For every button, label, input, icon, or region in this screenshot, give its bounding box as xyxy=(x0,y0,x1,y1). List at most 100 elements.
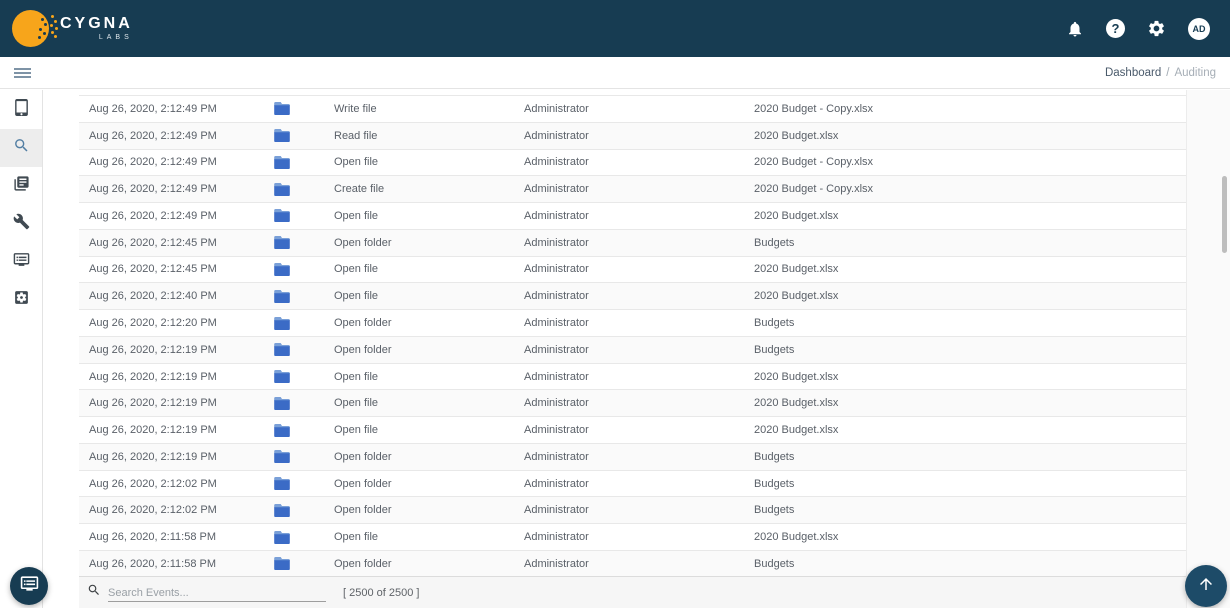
event-timestamp: Aug 26, 2020, 2:11:58 PM xyxy=(89,557,216,570)
table-row[interactable]: Aug 26, 2020, 2:12:49 PM Open file Admin… xyxy=(79,203,1186,230)
event-action: Open file xyxy=(334,156,379,169)
gear-box-icon xyxy=(13,289,30,311)
event-action: Open file xyxy=(334,263,379,276)
main-content: Aug 26, 2020, 2:12:49 PM Write file Admi… xyxy=(43,90,1230,608)
breadcrumb-separator: / xyxy=(1166,66,1170,79)
event-timestamp: Aug 26, 2020, 2:12:19 PM xyxy=(89,343,217,356)
event-target: 2020 Budget.xlsx xyxy=(754,263,839,276)
table-row[interactable]: Aug 26, 2020, 2:12:49 PM Open file Admin… xyxy=(79,150,1186,177)
library-icon xyxy=(13,175,30,197)
event-timestamp: Aug 26, 2020, 2:12:45 PM xyxy=(89,263,217,276)
event-user: Administrator xyxy=(524,317,589,329)
table-row[interactable]: Aug 26, 2020, 2:12:19 PM Open file Admin… xyxy=(79,390,1186,418)
event-user: Administrator xyxy=(524,477,589,490)
settings-gear-icon[interactable] xyxy=(1147,19,1166,38)
folder-icon xyxy=(274,262,334,276)
event-timestamp: Aug 26, 2020, 2:12:49 PM xyxy=(89,129,217,142)
event-action: Open file xyxy=(334,424,379,437)
sidebar-item-tools[interactable] xyxy=(0,205,42,243)
help-glyph: ? xyxy=(1106,19,1125,38)
table-row[interactable]: Aug 26, 2020, 2:12:49 PM Write file Admi… xyxy=(79,96,1186,123)
table-row[interactable]: Aug 26, 2020, 2:12:02 PM Open folder Adm… xyxy=(79,471,1186,498)
event-target: Budgets xyxy=(754,450,795,463)
table-row[interactable]: Aug 26, 2020, 2:12:49 PM Create file Adm… xyxy=(79,176,1186,204)
event-user: Administrator xyxy=(524,450,589,463)
hamburger-menu-icon[interactable] xyxy=(14,66,31,80)
event-table: Aug 26, 2020, 2:12:49 PM Write file Admi… xyxy=(79,95,1186,578)
event-user: Administrator xyxy=(524,370,589,383)
vertical-scrollbar[interactable] xyxy=(1222,176,1227,253)
event-user: Administrator xyxy=(524,343,589,356)
app-header: CYGNA LABS ? AD xyxy=(0,0,1230,57)
folder-icon xyxy=(274,477,334,491)
folder-icon xyxy=(274,236,334,250)
event-user: Administrator xyxy=(524,531,589,544)
tablet-icon xyxy=(13,99,30,121)
event-target: Budgets xyxy=(754,317,795,329)
event-timestamp: Aug 26, 2020, 2:12:19 PM xyxy=(89,424,217,437)
folder-icon xyxy=(274,129,334,143)
event-timestamp: Aug 26, 2020, 2:12:45 PM xyxy=(89,236,217,249)
search-icon xyxy=(13,137,30,159)
table-row[interactable]: Aug 26, 2020, 2:12:20 PM Open folder Adm… xyxy=(79,310,1186,337)
event-target: 2020 Budget - Copy.xlsx xyxy=(754,156,874,169)
event-timestamp: Aug 26, 2020, 2:12:49 PM xyxy=(89,183,217,196)
event-timestamp: Aug 26, 2020, 2:12:19 PM xyxy=(89,370,217,383)
sidebar-item-console[interactable] xyxy=(0,243,42,281)
table-row[interactable]: Aug 26, 2020, 2:12:02 PM Open folder Adm… xyxy=(79,497,1186,525)
event-user: Administrator xyxy=(524,424,589,437)
folder-icon xyxy=(274,370,334,384)
table-row[interactable]: Aug 26, 2020, 2:12:19 PM Open folder Adm… xyxy=(79,443,1186,471)
scrollbar-track xyxy=(1186,90,1230,608)
search-events-input[interactable] xyxy=(108,583,326,602)
event-action: Create file xyxy=(334,183,385,196)
event-timestamp: Aug 26, 2020, 2:12:40 PM xyxy=(89,290,217,303)
console-chat-icon xyxy=(20,574,39,598)
event-user: Administrator xyxy=(524,183,589,196)
event-user: Administrator xyxy=(524,397,589,410)
folder-icon xyxy=(274,182,334,196)
event-action: Open folder xyxy=(334,450,392,463)
scroll-to-top-button[interactable] xyxy=(1185,565,1227,607)
event-action: Open file xyxy=(334,531,379,544)
support-widget-button[interactable] xyxy=(10,567,48,605)
folder-icon xyxy=(274,450,334,464)
event-target: 2020 Budget.xlsx xyxy=(754,209,839,222)
result-count: [ 2500 of 2500 ] xyxy=(343,586,420,599)
table-row[interactable]: Aug 26, 2020, 2:11:58 PM Open file Admin… xyxy=(79,524,1186,552)
sidebar-item-app-settings[interactable] xyxy=(0,281,42,319)
table-row[interactable]: Aug 26, 2020, 2:12:19 PM Open folder Adm… xyxy=(79,336,1186,364)
event-user: Administrator xyxy=(524,504,589,517)
table-row[interactable]: Aug 26, 2020, 2:12:45 PM Open file Admin… xyxy=(79,257,1186,284)
event-target: Budgets xyxy=(754,477,795,490)
event-timestamp: Aug 26, 2020, 2:12:02 PM xyxy=(89,504,217,517)
table-row[interactable]: Aug 26, 2020, 2:12:45 PM Open folder Adm… xyxy=(79,229,1186,257)
sidebar-item-devices[interactable] xyxy=(0,91,42,129)
event-action: Read file xyxy=(334,129,378,142)
folder-icon xyxy=(274,423,334,437)
table-row[interactable]: Aug 26, 2020, 2:11:58 PM Open folder Adm… xyxy=(79,551,1186,578)
event-timestamp: Aug 26, 2020, 2:12:49 PM xyxy=(89,102,217,115)
brand-subtitle: LABS xyxy=(98,34,133,41)
table-row[interactable]: Aug 26, 2020, 2:12:40 PM Open file Admin… xyxy=(79,283,1186,311)
search-icon xyxy=(87,583,101,602)
folder-icon xyxy=(274,530,334,544)
sidebar-item-reports[interactable] xyxy=(0,167,42,205)
event-user: Administrator xyxy=(524,209,589,222)
notifications-bell-icon[interactable] xyxy=(1066,20,1084,38)
table-row[interactable]: Aug 26, 2020, 2:12:19 PM Open file Admin… xyxy=(79,364,1186,391)
table-row[interactable]: Aug 26, 2020, 2:12:49 PM Read file Admin… xyxy=(79,122,1186,150)
sidebar-nav xyxy=(0,90,43,608)
event-timestamp: Aug 26, 2020, 2:12:19 PM xyxy=(89,397,217,410)
event-user: Administrator xyxy=(524,290,589,303)
folder-icon xyxy=(274,209,334,223)
help-icon[interactable]: ? xyxy=(1106,19,1125,38)
table-row[interactable]: Aug 26, 2020, 2:12:19 PM Open file Admin… xyxy=(79,417,1186,444)
user-avatar[interactable]: AD xyxy=(1188,17,1210,40)
event-action: Open file xyxy=(334,370,379,383)
event-action: Open folder xyxy=(334,343,392,356)
sidebar-item-search-audit[interactable] xyxy=(0,129,42,167)
event-target: 2020 Budget.xlsx xyxy=(754,129,839,142)
folder-icon xyxy=(274,289,334,303)
breadcrumb-dashboard[interactable]: Dashboard xyxy=(1105,67,1161,79)
